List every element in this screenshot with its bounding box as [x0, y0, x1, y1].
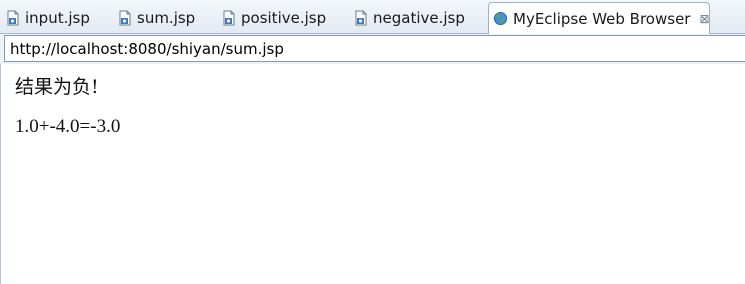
result-message: 结果为负!: [15, 76, 99, 98]
url-input[interactable]: [4, 35, 745, 62]
tab-label: MyEclipse Web Browser: [513, 9, 691, 28]
close-icon[interactable]: ⊠: [699, 12, 709, 26]
jsp-file-icon: [355, 10, 367, 26]
jsp-file-icon: [7, 10, 19, 26]
tab-sum-jsp[interactable]: sum.jsp: [118, 4, 195, 32]
tab-label: positive.jsp: [241, 9, 327, 27]
tab-myeclipse-web-browser[interactable]: MyEclipse Web Browser ⊠: [488, 2, 710, 34]
globe-icon: [493, 11, 508, 26]
tab-negative-jsp[interactable]: negative.jsp: [354, 4, 465, 32]
jsp-file-icon: [223, 10, 235, 26]
tab-label: sum.jsp: [137, 9, 196, 27]
address-bar-row: [0, 34, 745, 64]
tab-positive-jsp[interactable]: positive.jsp: [222, 4, 326, 32]
equation-text: 1.0+-4.0=-3.0: [15, 116, 121, 137]
jsp-file-icon: [119, 10, 131, 26]
editor-tab-bar: input.jsp sum.jsp positive.jsp negative.…: [0, 0, 745, 34]
tab-input-jsp[interactable]: input.jsp: [6, 4, 90, 32]
tab-label: input.jsp: [25, 9, 90, 27]
tab-label: negative.jsp: [373, 9, 465, 27]
browser-viewport: 结果为负! 1.0+-4.0=-3.0: [0, 64, 745, 284]
